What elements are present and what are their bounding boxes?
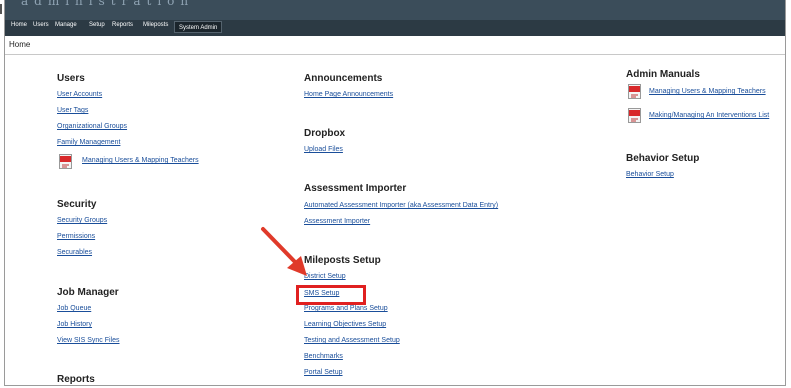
link-portal-setup[interactable]: Portal Setup — [304, 369, 343, 376]
link-job-queue[interactable]: Job Queue — [57, 305, 91, 312]
link-benchmarks[interactable]: Benchmarks — [304, 353, 343, 360]
users-heading: Users — [57, 73, 85, 84]
link-job-history[interactable]: Job History — [57, 321, 92, 328]
job-manager-heading: Job Manager — [57, 287, 119, 298]
link-testing-and-assessment-setup[interactable]: Testing and Assessment Setup — [304, 337, 400, 344]
sms-setup-highlight-box — [296, 285, 366, 305]
link-programs-and-plans-setup[interactable]: Programs and Plans Setup — [304, 305, 388, 312]
dropbox-heading: Dropbox — [304, 128, 346, 139]
link-family-management[interactable]: Family Management — [57, 139, 120, 146]
security-heading: Security — [57, 199, 97, 210]
nav-users[interactable]: Users — [33, 22, 49, 28]
link-user-accounts[interactable]: User Accounts — [57, 91, 102, 98]
link-automated-assessment-importer[interactable]: Automated Assessment Importer (aka Asses… — [304, 202, 498, 209]
red-arrow-icon — [261, 227, 307, 276]
link-learning-objectives-setup[interactable]: Learning Objectives Setup — [304, 321, 386, 328]
link-user-tags[interactable]: User Tags — [57, 107, 88, 114]
breadcrumb: Home — [5, 36, 785, 55]
nav-manage[interactable]: Manage — [55, 22, 77, 28]
app-frame: administration Home Users Manage Setup R… — [4, 0, 786, 386]
reports-heading: Reports — [57, 374, 95, 385]
link-admin-manual-managing-users[interactable]: Managing Users & Mapping Teachers — [649, 88, 766, 95]
link-securables[interactable]: Securables — [57, 249, 92, 256]
nav-reports[interactable]: Reports — [112, 22, 133, 28]
link-behavior-setup[interactable]: Behavior Setup — [626, 171, 674, 178]
link-managing-users-pdf[interactable]: Managing Users & Mapping Teachers — [82, 157, 199, 164]
text-cursor-icon — [0, 4, 2, 14]
link-organizational-groups[interactable]: Organizational Groups — [57, 123, 127, 130]
pdf-icon — [628, 84, 641, 99]
header-banner: administration — [5, 0, 785, 20]
admin-manuals-heading: Admin Manuals — [626, 69, 700, 80]
nav-home[interactable]: Home — [11, 22, 27, 28]
nav-system-admin[interactable]: System Admin — [174, 21, 223, 33]
link-upload-files[interactable]: Upload Files — [304, 146, 343, 153]
nav-setup[interactable]: Setup — [89, 22, 105, 28]
link-admin-manual-interventions[interactable]: Making/Managing An Interventions List — [649, 112, 769, 119]
link-security-groups[interactable]: Security Groups — [57, 217, 107, 224]
banner-title: administration — [21, 0, 195, 8]
nav-mileposts[interactable]: Mileposts — [143, 22, 168, 28]
link-permissions[interactable]: Permissions — [57, 233, 95, 240]
link-home-page-announcements[interactable]: Home Page Announcements — [304, 91, 393, 98]
pdf-icon — [628, 108, 641, 123]
announcements-heading: Announcements — [304, 73, 383, 84]
pdf-icon — [59, 154, 72, 169]
breadcrumb-home[interactable]: Home — [9, 40, 30, 49]
link-view-sis-sync-files[interactable]: View SIS Sync Files — [57, 337, 120, 344]
behavior-setup-heading: Behavior Setup — [626, 153, 700, 164]
assessment-importer-heading: Assessment Importer — [304, 183, 407, 194]
main-nav: Home Users Manage Setup Reports Milepost… — [5, 20, 785, 36]
